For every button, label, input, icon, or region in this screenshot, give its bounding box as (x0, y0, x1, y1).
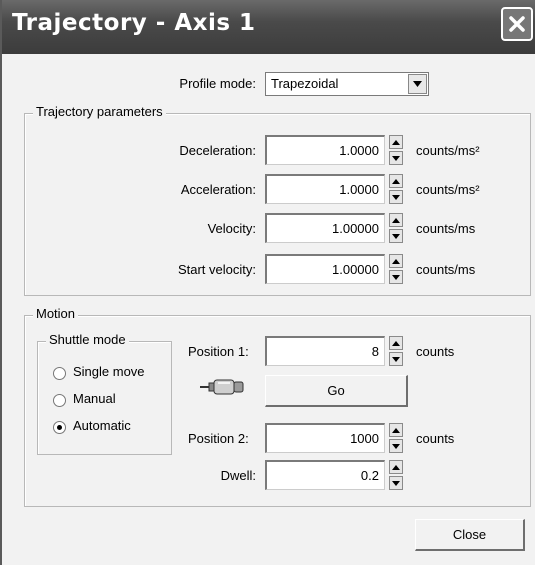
deceleration-value: 1.0000 (339, 143, 379, 158)
title-bar[interactable]: Trajectory - Axis 1 (2, 0, 535, 54)
dwell-input[interactable]: 0.2 (265, 460, 385, 490)
spin-down-icon[interactable] (389, 270, 403, 284)
spin-up-icon[interactable] (389, 213, 403, 227)
position-1-spinner[interactable] (389, 336, 403, 366)
spin-up-icon[interactable] (389, 135, 403, 149)
profile-mode-label: Profile mode: (179, 76, 256, 91)
start-velocity-value: 1.00000 (332, 262, 379, 277)
chevron-down-icon[interactable] (408, 74, 427, 94)
window-title: Trajectory - Axis 1 (12, 10, 256, 36)
dwell-label: Dwell: (220, 468, 256, 483)
position-1-value: 8 (371, 344, 379, 359)
dwell-spinner[interactable] (389, 460, 403, 490)
radio-manual[interactable] (53, 394, 66, 407)
spin-down-icon[interactable] (389, 229, 403, 243)
velocity-input[interactable]: 1.00000 (265, 213, 385, 243)
position-2-label: Position 2: (188, 431, 249, 446)
spin-up-icon[interactable] (389, 460, 403, 474)
velocity-spinner[interactable] (389, 213, 403, 243)
velocity-label: Velocity: (207, 221, 256, 236)
close-x-icon[interactable] (501, 7, 533, 41)
spin-down-icon[interactable] (389, 439, 403, 453)
spin-down-icon[interactable] (389, 476, 403, 490)
spin-down-icon[interactable] (389, 352, 403, 366)
trajectory-parameters-legend: Trajectory parameters (33, 104, 166, 119)
position-1-label: Position 1: (188, 344, 249, 359)
spin-up-icon[interactable] (389, 336, 403, 350)
manual-label[interactable]: Manual (73, 391, 116, 406)
go-button[interactable]: Go (265, 375, 408, 407)
acceleration-label: Acceleration: (180, 182, 256, 197)
velocity-unit: counts/ms (416, 221, 476, 236)
spin-up-icon[interactable] (389, 423, 403, 437)
spin-down-icon[interactable] (389, 190, 403, 204)
velocity-value: 1.00000 (332, 221, 379, 236)
acceleration-spinner[interactable] (389, 174, 403, 204)
position-2-value: 1000 (350, 431, 379, 446)
position-1-unit: counts (416, 344, 455, 359)
spin-up-icon[interactable] (389, 174, 403, 188)
automatic-label[interactable]: Automatic (73, 418, 131, 433)
acceleration-unit: counts/ms² (416, 182, 480, 197)
profile-mode-select[interactable]: Trapezoidal (265, 72, 429, 96)
acceleration-value: 1.0000 (339, 182, 379, 197)
position-1-input[interactable]: 8 (265, 336, 385, 366)
radio-single-move[interactable] (53, 367, 66, 380)
dwell-value: 0.2 (360, 468, 379, 483)
spin-up-icon[interactable] (389, 254, 403, 268)
spin-down-icon[interactable] (389, 151, 403, 165)
deceleration-label: Deceleration: (179, 143, 256, 158)
dialog-window: Trajectory - Axis 1 Profile mode: Trapez… (0, 0, 535, 565)
radio-automatic[interactable] (53, 421, 66, 434)
start-velocity-label: Start velocity: (177, 262, 256, 277)
position-2-unit: counts (416, 431, 455, 446)
acceleration-input[interactable]: 1.0000 (265, 174, 385, 204)
start-velocity-input[interactable]: 1.00000 (265, 254, 385, 284)
single-move-label[interactable]: Single move (73, 364, 145, 379)
start-velocity-spinner[interactable] (389, 254, 403, 284)
deceleration-spinner[interactable] (389, 135, 403, 165)
start-velocity-unit: counts/ms (416, 262, 476, 277)
shuttle-mode-legend: Shuttle mode (46, 332, 129, 347)
deceleration-input[interactable]: 1.0000 (265, 135, 385, 165)
profile-mode-value: Trapezoidal (271, 76, 339, 91)
close-button[interactable]: Close (415, 519, 525, 551)
motion-legend: Motion (33, 306, 79, 321)
deceleration-unit: counts/ms² (416, 143, 480, 158)
position-2-input[interactable]: 1000 (265, 423, 385, 453)
motor-icon (200, 378, 246, 396)
position-2-spinner[interactable] (389, 423, 403, 453)
